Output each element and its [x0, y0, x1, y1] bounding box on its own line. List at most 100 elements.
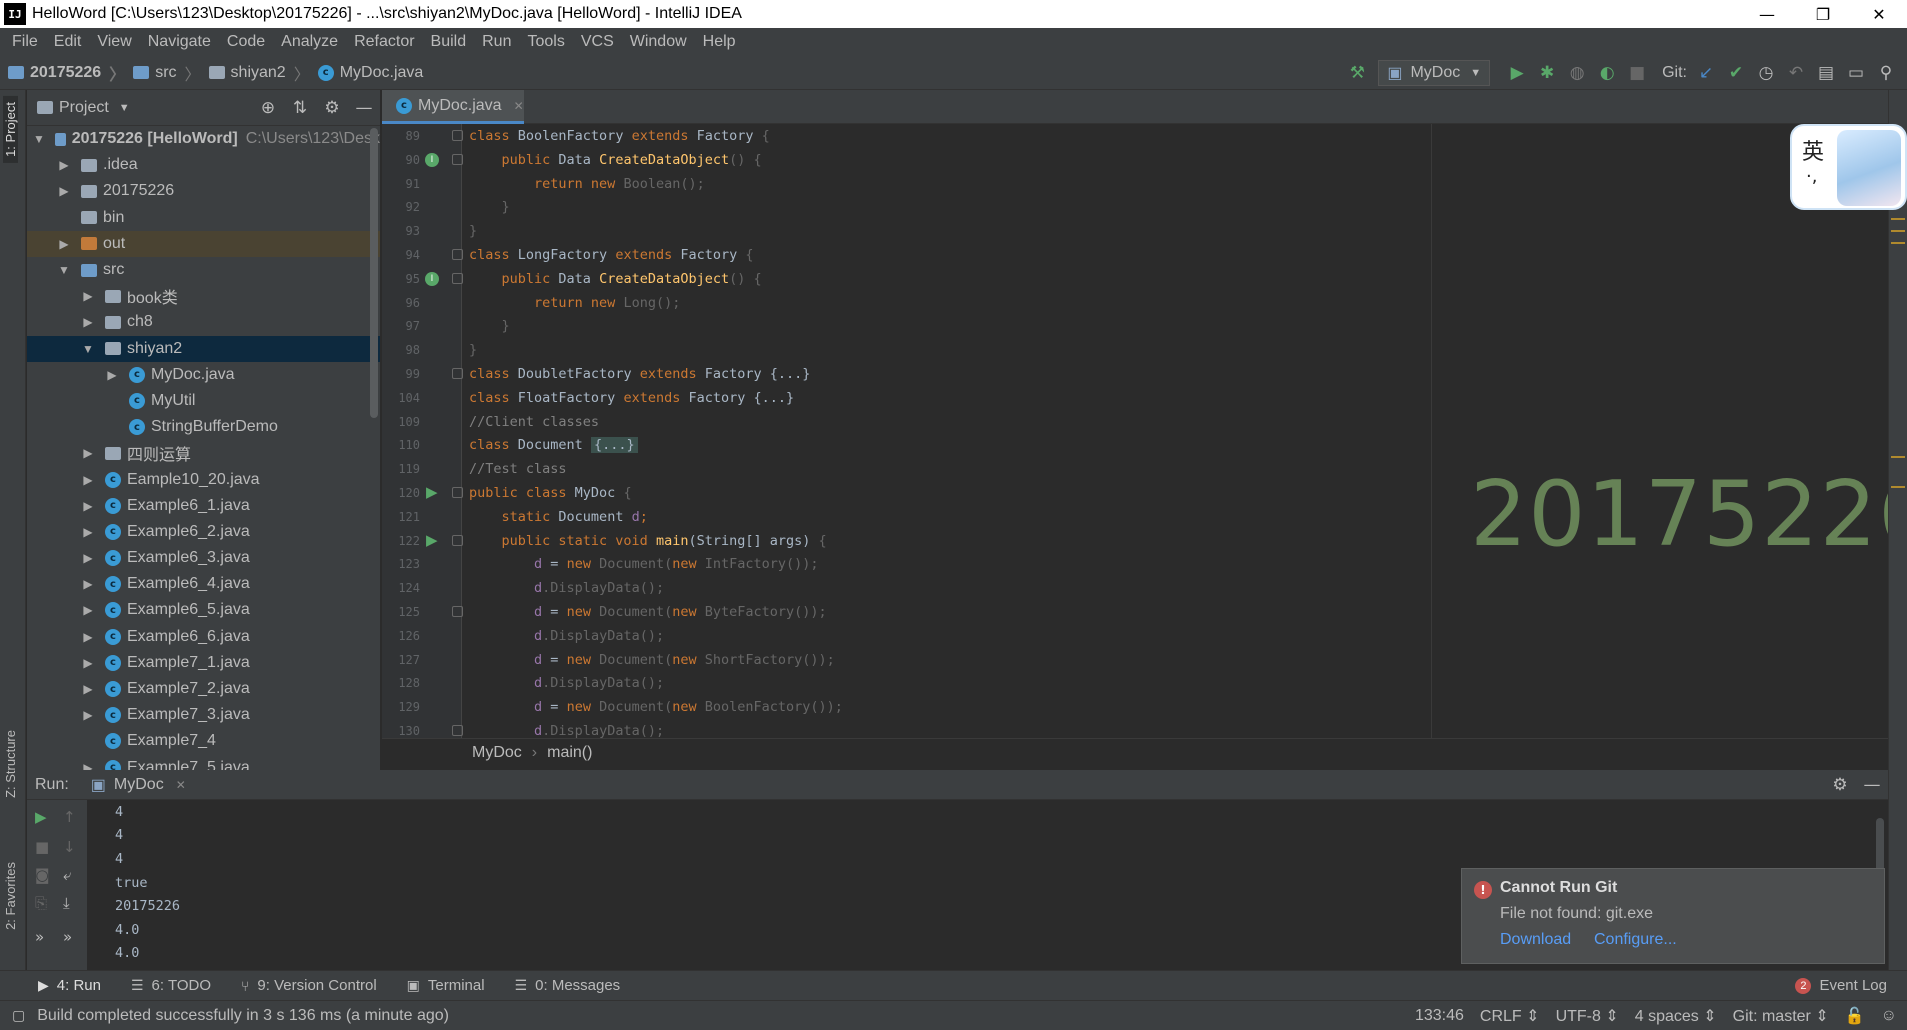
project-view-select[interactable]: Project ▼: [37, 99, 130, 117]
run-with-coverage-icon[interactable]: ◍: [1562, 59, 1592, 87]
fold-marker-icon[interactable]: [452, 606, 463, 617]
tab-run[interactable]: ▶ 4: Run: [38, 977, 101, 994]
tree-item[interactable]: ▶ c Example6_2.java: [27, 519, 380, 545]
fold-marker-icon[interactable]: [452, 534, 463, 546]
implements-method-icon[interactable]: I: [425, 271, 439, 286]
rerun-icon[interactable]: ▶: [35, 808, 47, 826]
project-tree-scrollbar[interactable]: [370, 128, 378, 418]
tree-item[interactable]: ▶ 20175226: [27, 178, 380, 204]
lock-icon[interactable]: 🔓: [1845, 1006, 1865, 1026]
menu-refactor[interactable]: Refactor: [346, 33, 422, 51]
fold-marker-icon[interactable]: [452, 249, 463, 260]
fold-marker-icon[interactable]: [452, 130, 463, 141]
menu-code[interactable]: Code: [219, 33, 273, 51]
collapsed-arrow-icon[interactable]: ▶: [81, 499, 95, 513]
collapsed-arrow-icon[interactable]: ▶: [81, 551, 95, 565]
locate-target-icon[interactable]: ⊕: [252, 98, 284, 118]
scroll-down-icon[interactable]: ↓: [63, 838, 76, 856]
menu-help[interactable]: Help: [695, 33, 744, 51]
collapsed-arrow-icon[interactable]: ▶: [105, 368, 119, 382]
menu-tools[interactable]: Tools: [519, 33, 572, 51]
fold-marker-icon[interactable]: [452, 368, 463, 379]
favorites-tool-tab[interactable]: 2: Favorites: [3, 862, 18, 930]
tree-item[interactable]: ▼ shiyan2: [27, 335, 380, 362]
tab-messages[interactable]: ☰ 0: Messages: [515, 977, 621, 994]
tree-item[interactable]: ▶ c Example7_2.java: [27, 676, 380, 702]
menu-run[interactable]: Run: [474, 33, 519, 51]
git-update-icon[interactable]: ↙: [1691, 59, 1721, 87]
warning-marker[interactable]: [1891, 242, 1905, 244]
git-branch-select[interactable]: Git: master ⇕: [1733, 1006, 1829, 1026]
structure-tool-tab[interactable]: Z: Structure: [3, 730, 18, 798]
breadcrumb-package[interactable]: shiyan2 〉: [208, 61, 310, 85]
encoding-select[interactable]: UTF-8 ⇕: [1556, 1006, 1619, 1026]
restore-icon[interactable]: ❐: [1795, 0, 1851, 28]
menu-window[interactable]: Window: [622, 33, 695, 51]
fold-marker-icon[interactable]: [452, 272, 463, 284]
close-tab-icon[interactable]: ✕: [176, 778, 186, 792]
breadcrumb-class[interactable]: MyDoc: [472, 744, 522, 762]
menu-vcs[interactable]: VCS: [573, 33, 622, 51]
git-revert-icon[interactable]: ↶: [1781, 59, 1811, 87]
collapsed-arrow-icon[interactable]: ▶: [81, 473, 95, 487]
collapsed-arrow-icon[interactable]: ▶: [57, 237, 71, 251]
hide-panel-icon[interactable]: —: [1856, 775, 1888, 795]
search-icon[interactable]: ⚲: [1871, 59, 1901, 87]
tree-item[interactable]: ▶ c Example6_6.java: [27, 624, 380, 650]
expanded-arrow-icon[interactable]: ▼: [33, 132, 45, 146]
build-hammer-icon[interactable]: ⚒: [1342, 59, 1372, 87]
tab-versioncontrol[interactable]: ⑂ 9: Version Control: [241, 977, 377, 994]
profile-icon[interactable]: ◐: [1592, 59, 1622, 87]
tree-item[interactable]: ▶ c Example6_1.java: [27, 493, 380, 519]
ime-status-widget[interactable]: 英 ·,: [1790, 124, 1907, 210]
collapsed-arrow-icon[interactable]: ▶: [81, 446, 95, 460]
code-editor[interactable]: class BoolenFactory extends Factory { pu…: [463, 124, 1888, 738]
menu-view[interactable]: View: [89, 33, 139, 51]
collapsed-arrow-icon[interactable]: ▶: [81, 315, 95, 329]
menu-file[interactable]: File: [4, 33, 46, 51]
code-token[interactable]: {...}: [590, 437, 638, 454]
tree-item[interactable]: ▶ c Example7_1.java: [27, 650, 380, 676]
menu-analyze[interactable]: Analyze: [273, 33, 346, 51]
collapsed-arrow-icon[interactable]: ▶: [81, 761, 95, 770]
collapsed-arrow-icon[interactable]: ▶: [57, 158, 71, 172]
warning-marker[interactable]: [1891, 218, 1905, 220]
hide-panel-icon[interactable]: —: [348, 98, 380, 118]
collapsed-arrow-icon[interactable]: ▶: [81, 656, 95, 670]
expanded-arrow-icon[interactable]: ▼: [81, 342, 95, 356]
configure-link[interactable]: Configure...: [1594, 931, 1677, 949]
fold-marker-icon[interactable]: [452, 725, 463, 736]
run-tab-mydoc[interactable]: ▣ MyDoc ✕: [91, 775, 186, 795]
warning-marker[interactable]: [1891, 456, 1905, 458]
git-commit-icon[interactable]: ✔: [1721, 59, 1751, 87]
gear-icon[interactable]: ⚙: [1824, 775, 1856, 795]
close-tab-icon[interactable]: ✕: [514, 99, 524, 113]
collapsed-arrow-icon[interactable]: ▶: [81, 708, 95, 722]
tree-item[interactable]: ▶ book类: [27, 283, 380, 309]
scroll-to-end-icon[interactable]: ⤓: [63, 894, 70, 912]
inspector-icon[interactable]: ☺: [1881, 1007, 1897, 1025]
presentation-icon[interactable]: ▭: [1841, 59, 1871, 87]
breadcrumb-file[interactable]: c MyDoc.java: [317, 64, 423, 82]
tab-terminal[interactable]: ▣ Terminal: [407, 977, 485, 994]
status-message[interactable]: ▢ Build completed successfully in 3 s 13…: [12, 1007, 449, 1025]
soft-wrap-icon[interactable]: ⤶: [63, 866, 71, 884]
toggle-tool-windows-icon[interactable]: ▢: [12, 1007, 25, 1024]
more-actions-icon[interactable]: »: [63, 928, 72, 946]
tree-item[interactable]: c MyUtil: [27, 388, 380, 414]
tab-todo[interactable]: ☰ 6: TODO: [131, 977, 211, 994]
warning-marker[interactable]: [1891, 486, 1905, 488]
camera-icon[interactable]: ◙: [35, 866, 50, 884]
run-configuration-select[interactable]: ▣ MyDoc ▼: [1378, 59, 1491, 86]
collapsed-arrow-icon[interactable]: ▶: [81, 289, 95, 303]
tree-item[interactable]: ▶ out: [27, 230, 380, 257]
warning-marker[interactable]: [1891, 230, 1905, 232]
download-link[interactable]: Download: [1500, 931, 1571, 949]
project-structure-icon[interactable]: ▤: [1811, 59, 1841, 87]
fold-marker-icon[interactable]: [452, 487, 463, 498]
tree-item[interactable]: ▶ .idea: [27, 152, 380, 178]
tree-item[interactable]: ▶ c MyDoc.java: [27, 362, 380, 388]
run-icon[interactable]: ▶: [1502, 59, 1532, 87]
collapsed-arrow-icon[interactable]: ▶: [81, 682, 95, 696]
more-actions-icon[interactable]: »: [35, 928, 44, 946]
